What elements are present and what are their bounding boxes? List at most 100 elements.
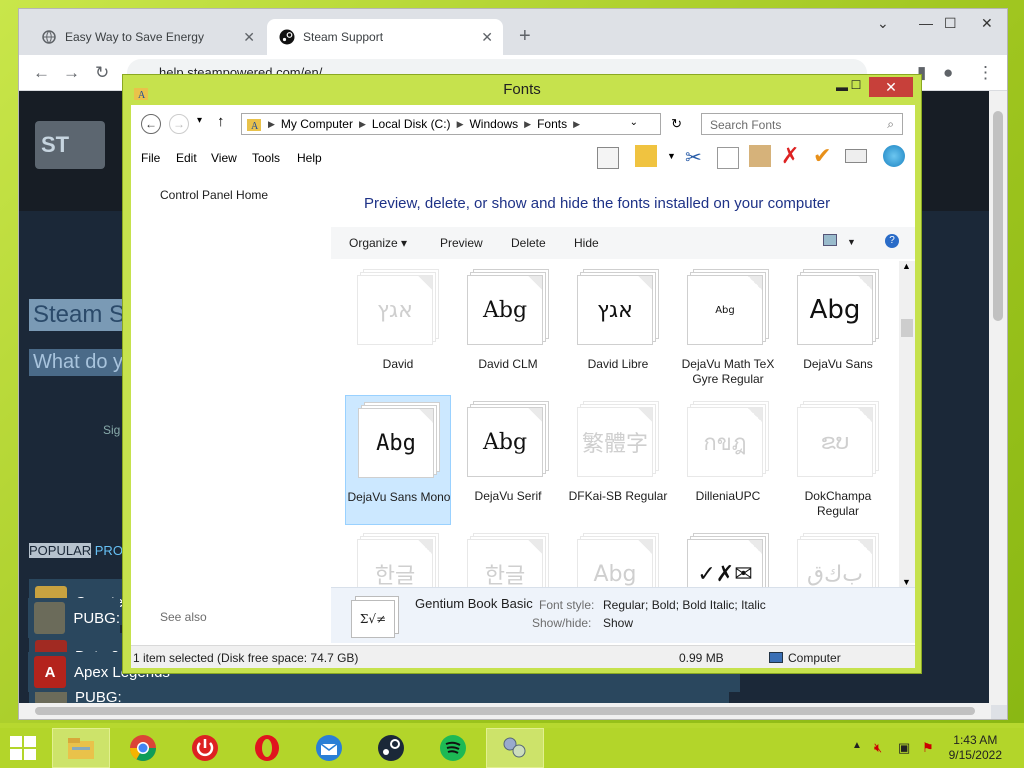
minimize-icon[interactable]: —	[919, 15, 933, 31]
delete-icon[interactable]: ✗	[781, 143, 803, 168]
font-name: DejaVu Math TeX Gyre Regular	[681, 357, 775, 386]
folder-checkbox-icon[interactable]	[635, 145, 657, 167]
control-panel-icon[interactable]	[486, 728, 544, 768]
reload-icon[interactable]: ↻	[95, 63, 109, 83]
steam-icon[interactable]	[362, 728, 420, 768]
help-icon[interactable]: ?	[885, 234, 899, 248]
window-titlebar: A Fonts ▬ ☐ ✕	[123, 75, 921, 105]
spotify-icon[interactable]	[424, 728, 482, 768]
scroll-thumb[interactable]	[993, 111, 1003, 321]
scroll-up-icon[interactable]: ▲	[902, 261, 911, 271]
copy-icon[interactable]	[717, 147, 739, 169]
close-icon[interactable]: ✕	[981, 15, 993, 32]
font-item[interactable]: 한글	[345, 527, 451, 587]
svg-text:A: A	[138, 90, 146, 101]
back-icon[interactable]: ←	[33, 63, 50, 83]
forward-icon[interactable]: →	[169, 114, 189, 134]
maximize-icon[interactable]: ☐	[944, 15, 957, 32]
delete-button[interactable]: Delete	[511, 236, 546, 250]
menu-edit[interactable]: Edit	[176, 151, 197, 165]
scroll-thumb[interactable]	[35, 707, 975, 715]
menu-help[interactable]: Help	[297, 151, 322, 165]
volume-muted-icon[interactable]: 🔇︎	[874, 740, 882, 756]
scroll-down-icon[interactable]: ▼	[902, 577, 911, 587]
system-clock[interactable]: 1:43 AM 9/15/2022	[949, 733, 1002, 763]
font-item[interactable]: ✓✗✉	[675, 527, 781, 587]
windows-start-icon[interactable]	[10, 736, 36, 760]
breadcrumb-windows[interactable]: Windows	[469, 117, 518, 131]
refresh-icon[interactable]: ↻	[671, 116, 682, 132]
font-item[interactable]: אגץ David Libre	[565, 263, 671, 393]
chevron-down-icon[interactable]: ⌄	[630, 117, 638, 128]
chrome-icon[interactable]	[114, 728, 172, 768]
power-app-icon[interactable]	[176, 728, 234, 768]
breadcrumb-fonts[interactable]: Fonts	[537, 117, 567, 131]
checkmark-icon[interactable]: ✔	[813, 143, 835, 168]
font-item[interactable]: Abg DejaVu Math TeX Gyre Regular	[675, 263, 781, 393]
sign-in-link[interactable]: Sig	[103, 423, 120, 437]
tab-steam-support[interactable]: Steam Support ✕	[267, 19, 503, 55]
font-item[interactable]: Abg	[565, 527, 671, 587]
scroll-thumb[interactable]	[901, 319, 913, 337]
breadcrumb-local-disk[interactable]: Local Disk (C:)	[372, 117, 451, 131]
font-item[interactable]: אגץ David	[345, 263, 451, 393]
chevron-down-icon[interactable]: ▼	[667, 151, 676, 161]
steam-logo[interactable]: ST	[35, 121, 105, 169]
thunderbird-icon[interactable]	[300, 728, 358, 768]
chevron-down-icon[interactable]: ⌄	[877, 15, 889, 32]
layout-pane-icon[interactable]	[597, 147, 619, 169]
network-icon[interactable]: ▣	[898, 740, 910, 756]
hide-button[interactable]: Hide	[574, 236, 599, 250]
font-name: DejaVu Sans	[803, 357, 873, 371]
tab-save-energy[interactable]: Easy Way to Save Energy ✕	[29, 19, 265, 55]
font-item[interactable]: กขฎ DilleniaUPC	[675, 395, 781, 525]
properties-icon[interactable]	[845, 149, 867, 163]
font-item[interactable]: Abg DejaVu Sans Mono	[345, 395, 451, 525]
close-tab-icon[interactable]: ✕	[481, 29, 493, 46]
new-tab-button[interactable]: +	[519, 25, 531, 48]
view-options-icon[interactable]	[823, 234, 837, 246]
location-label: Computer	[788, 651, 841, 665]
logo-text: ST	[41, 132, 70, 157]
organize-button[interactable]: Organize ▾	[349, 236, 407, 250]
font-item[interactable]: ﺏﻙﻕ	[785, 527, 891, 587]
fonts-window: A Fonts ▬ ☐ ✕ ← → ▾ ↑ A ▶ My Computer ▶ …	[122, 74, 922, 674]
font-item[interactable]: ຂບ DokChampa Regular	[785, 395, 891, 525]
up-icon[interactable]: ↑	[217, 113, 225, 130]
cut-icon[interactable]: ✂	[685, 145, 707, 169]
action-center-icon[interactable]: ⚑	[922, 740, 934, 756]
grid-scrollbar[interactable]: ▲ ▼	[899, 261, 915, 587]
close-button[interactable]: ✕	[869, 77, 913, 97]
paste-icon[interactable]	[749, 145, 771, 167]
menu-file[interactable]: File	[141, 151, 160, 165]
font-file-icon: ﺏﻙﻕ	[797, 533, 879, 587]
control-panel-home-link[interactable]: Control Panel Home	[160, 188, 268, 202]
page-scrollbar[interactable]	[989, 91, 1007, 705]
font-item[interactable]: 한글	[455, 527, 561, 587]
horizontal-scrollbar[interactable]	[19, 703, 991, 719]
search-input[interactable]: Search Fonts ⌕	[701, 113, 903, 135]
breadcrumb-my-computer[interactable]: My Computer	[281, 117, 353, 131]
chevron-down-icon[interactable]: ▼	[847, 237, 856, 247]
font-item[interactable]: Abg David CLM	[455, 263, 561, 393]
close-tab-icon[interactable]: ✕	[243, 29, 255, 46]
file-explorer-icon[interactable]	[52, 728, 110, 768]
font-item[interactable]: Abg DejaVu Serif	[455, 395, 561, 525]
menu-view[interactable]: View	[211, 151, 237, 165]
recent-locations-icon[interactable]: ▾	[197, 115, 202, 126]
forward-icon[interactable]: →	[63, 63, 80, 83]
font-item[interactable]: Abg DejaVu Sans	[785, 263, 891, 393]
opera-icon[interactable]	[238, 728, 296, 768]
menu-tools[interactable]: Tools	[252, 151, 280, 165]
profile-icon[interactable]: ●	[943, 63, 953, 83]
address-bar[interactable]: A ▶ My Computer ▶ Local Disk (C:) ▶ Wind…	[241, 113, 682, 135]
font-item[interactable]: 繁體字 DFKai-SB Regular	[565, 395, 671, 525]
game-item-pubg[interactable]: PUBG:	[28, 598, 120, 638]
globe-icon[interactable]	[883, 145, 905, 167]
maximize-icon[interactable]: ☐	[843, 76, 869, 94]
show-hidden-icons-icon[interactable]: ▲	[852, 740, 862, 751]
back-icon[interactable]: ←	[141, 114, 161, 134]
font-name: DokChampa Regular	[804, 489, 872, 518]
preview-button[interactable]: Preview	[440, 236, 483, 250]
menu-icon[interactable]: ⋮	[977, 63, 994, 83]
